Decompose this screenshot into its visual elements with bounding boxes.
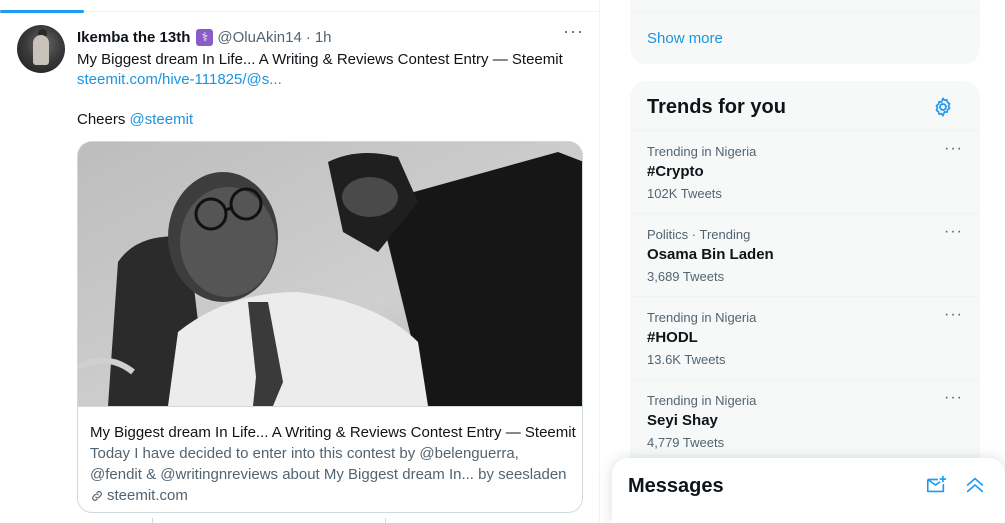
trends-panel: Trends for you Trending in Nigeria #Cryp…: [630, 81, 980, 523]
action-bar-dividers: [0, 518, 600, 523]
trend-count: 3,689 Tweets: [647, 269, 725, 284]
card-domain: steemit.com: [90, 485, 572, 506]
author-handle[interactable]: @OluAkin14: [217, 29, 301, 46]
previous-panel: Show more: [630, 0, 980, 64]
card-description: Today I have decided to enter into this …: [90, 443, 572, 485]
trend-count: 102K Tweets: [647, 186, 722, 201]
trend-name: #HODL: [647, 329, 698, 346]
trend-count: 4,779 Tweets: [647, 435, 725, 450]
more-icon[interactable]: ···: [944, 390, 963, 406]
messages-drawer[interactable]: Messages: [612, 458, 1005, 523]
tweet-header: Ikemba the 13th ⚕ @OluAkin14 · 1h: [77, 27, 332, 47]
tweet-text: My Biggest dream In Life... A Writing & …: [77, 50, 582, 130]
separator: ·: [305, 28, 311, 46]
card-image[interactable]: [78, 142, 582, 406]
card-title: My Biggest dream In Life... A Writing & …: [90, 424, 576, 441]
link-icon: [92, 490, 102, 501]
trend-item[interactable]: Trending in Nigeria Seyi Shay 4,779 Twee…: [630, 379, 980, 462]
avatar[interactable]: [17, 25, 65, 73]
more-icon[interactable]: ···: [944, 307, 963, 323]
tweet-text-cheers: Cheers: [77, 111, 126, 128]
active-tab-indicator: [0, 10, 84, 13]
trends-title: Trends for you: [647, 96, 786, 118]
more-icon[interactable]: ···: [944, 224, 963, 240]
divider: [0, 11, 600, 12]
trend-name: Osama Bin Laden: [647, 246, 774, 263]
card-description-line: @fendit & @writingnreviews about My Bigg…: [90, 466, 567, 483]
timeline-column: Ikemba the 13th ⚕ @OluAkin14 · 1h ··· My…: [0, 0, 600, 523]
more-icon[interactable]: ···: [944, 141, 963, 157]
more-icon[interactable]: ···: [563, 22, 583, 45]
link-preview-card[interactable]: My Biggest dream In Life... A Writing & …: [77, 141, 583, 513]
trend-category: Politics · Trending: [647, 227, 751, 242]
mention-link[interactable]: @steemit: [130, 111, 194, 128]
tweet-link[interactable]: steemit.com/hive-111825/@s...: [77, 70, 582, 90]
card-domain-text: steemit.com: [107, 487, 188, 504]
trend-item[interactable]: Trending in Nigeria #Crypto 102K Tweets …: [630, 130, 980, 213]
trend-name: Seyi Shay: [647, 412, 718, 429]
card-description-line: Today I have decided to enter into this …: [90, 445, 519, 462]
trend-item[interactable]: Trending in Nigeria #HODL 13.6K Tweets ·…: [630, 296, 980, 379]
show-more-link[interactable]: Show more: [647, 30, 723, 47]
tweet-text-line: My Biggest dream In Life... A Writing & …: [77, 51, 563, 68]
trend-category: Trending in Nigeria: [647, 310, 757, 325]
tweet-time[interactable]: 1h: [315, 29, 332, 46]
collapse-icon[interactable]: [964, 474, 986, 496]
card-text[interactable]: My Biggest dream In Life... A Writing & …: [78, 406, 582, 512]
trend-category: Trending in Nigeria: [647, 144, 757, 159]
verified-badge-icon: ⚕: [196, 28, 214, 46]
trend-category: Trending in Nigeria: [647, 393, 757, 408]
messages-title: Messages: [628, 475, 724, 497]
trend-name: #Crypto: [647, 163, 704, 180]
author-name[interactable]: Ikemba the 13th: [77, 29, 190, 46]
divider: [630, 11, 980, 12]
trend-count: 13.6K Tweets: [647, 352, 726, 367]
new-message-icon[interactable]: [925, 474, 947, 496]
gear-icon[interactable]: [932, 96, 954, 118]
trend-item[interactable]: Politics · Trending Osama Bin Laden 3,68…: [630, 213, 980, 296]
